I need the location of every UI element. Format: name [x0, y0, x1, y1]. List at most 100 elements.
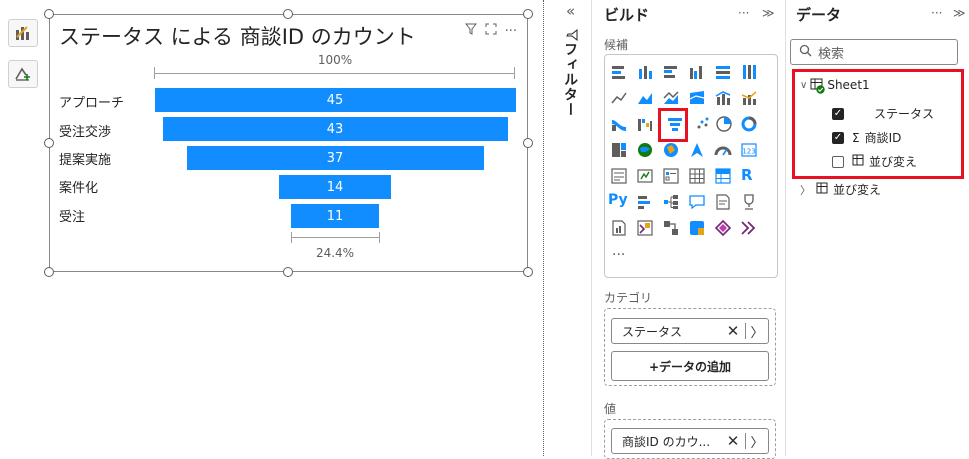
resize-handle[interactable] [283, 267, 293, 277]
map-icon[interactable] [636, 141, 654, 159]
category-label: カテゴリ [604, 291, 653, 305]
clustered-bar-icon[interactable] [662, 63, 680, 81]
data-more-button[interactable]: ··· [931, 6, 942, 20]
search-input[interactable]: 検索 [790, 39, 958, 65]
clustered-column-icon[interactable] [688, 63, 706, 81]
paginated-report-icon[interactable] [610, 219, 628, 237]
more-options-icon[interactable]: ··· [505, 24, 517, 39]
decomposition-tree-icon[interactable] [662, 193, 680, 211]
filter-pane-collapsed[interactable]: « フィルター [552, 0, 590, 456]
ribbon-chart-icon[interactable] [610, 115, 628, 133]
100-stacked-area-icon[interactable] [688, 89, 706, 107]
value-well[interactable]: 商談ID のカウ... ✕ 〉 [604, 419, 776, 459]
kpi-icon[interactable] [636, 167, 654, 185]
funnel-bar-value: 14 [326, 179, 344, 195]
donut-chart-icon[interactable] [740, 115, 758, 133]
category-field-pill[interactable]: ステータス ✕ 〉 [611, 318, 769, 344]
candidates-label: 候補 [604, 38, 629, 52]
build-pane: ビルド ··· ≫ 候補 123 R Py ... カテゴリ ステータス ✕ 〉… [591, 0, 786, 459]
diamond-visual-icon[interactable] [714, 219, 732, 237]
format-visual-icon[interactable] [8, 19, 38, 47]
line-column-icon[interactable] [714, 89, 732, 107]
stage-label: 受注 [59, 210, 86, 225]
treemap-icon[interactable] [610, 141, 628, 159]
stage-label: 案件化 [59, 181, 99, 196]
chevron-flow-icon[interactable] [740, 219, 758, 237]
python-visual-icon[interactable]: Py [608, 192, 628, 210]
multi-row-card-icon[interactable] [610, 167, 628, 185]
value-field-name: 商談ID のカウ... [622, 434, 711, 449]
line-clustered-column-icon[interactable] [740, 89, 758, 107]
waterfall-icon[interactable] [636, 115, 654, 133]
table-icon[interactable] [688, 167, 706, 185]
r-visual-icon[interactable]: R [741, 166, 759, 184]
resize-handle[interactable] [44, 138, 54, 148]
remove-field-icon[interactable]: ✕ [725, 432, 741, 450]
power-apps-icon[interactable] [636, 219, 654, 237]
bottom-percent-tick-right [379, 232, 380, 243]
table-sort-order[interactable]: 〉 並び変え [800, 181, 881, 198]
data-expand-button[interactable]: ≫ [953, 6, 966, 20]
filter-icon[interactable] [464, 23, 477, 39]
area-chart-icon[interactable] [636, 89, 654, 107]
chevron-right-icon[interactable]: 〉 [750, 432, 764, 451]
data-pane-title: データ [796, 6, 842, 24]
slicer-icon[interactable] [662, 167, 680, 185]
category-well[interactable]: ステータス ✕ 〉 +データの追加 [604, 308, 776, 386]
build-expand-button[interactable]: ≫ [762, 6, 775, 20]
build-more-button[interactable]: ··· [738, 6, 749, 20]
resize-handle[interactable] [523, 267, 533, 277]
qa-icon[interactable] [688, 193, 706, 211]
funnel-bar-value: 37 [326, 150, 344, 166]
power-automate-icon[interactable] [662, 219, 680, 237]
pill-separator [745, 433, 746, 449]
funnel-bar[interactable]: 37 [186, 146, 484, 170]
line-chart-icon[interactable] [610, 89, 628, 107]
chevron-right-icon[interactable]: 〉 [800, 182, 811, 198]
bottom-percent-tick-left [291, 232, 292, 243]
100-stacked-column-icon[interactable] [740, 63, 758, 81]
funnel-bar[interactable]: 11 [291, 204, 379, 228]
pie-chart-icon[interactable] [715, 115, 733, 133]
filled-map-icon[interactable] [662, 141, 680, 159]
bottom-percent-line [291, 237, 380, 238]
funnel-bar[interactable]: 43 [162, 117, 508, 141]
resize-handle[interactable] [44, 9, 54, 19]
more-visuals-button[interactable]: ... [612, 243, 630, 261]
funnel-visual[interactable]: ステータス による 商談ID のカウント ··· 100% アプローチ 受注交渉… [49, 14, 528, 272]
search-icon [799, 44, 812, 61]
category-field-name: ステータス [622, 324, 683, 339]
resize-handle[interactable] [523, 138, 533, 148]
metrics-icon[interactable] [688, 219, 706, 237]
card-icon[interactable]: 123 [740, 141, 758, 159]
gauge-icon[interactable] [714, 141, 732, 159]
focus-mode-icon[interactable] [485, 23, 497, 39]
add-data-button[interactable]: +データの追加 [611, 351, 769, 381]
stacked-column-icon[interactable] [636, 63, 654, 81]
remove-field-icon[interactable]: ✕ [725, 322, 741, 340]
stage-label: アプローチ [59, 96, 125, 111]
resize-handle[interactable] [44, 267, 54, 277]
stacked-area-icon[interactable] [662, 89, 680, 107]
double-chevron-left-icon[interactable]: « [566, 2, 575, 20]
value-field-pill[interactable]: 商談ID のカウ... ✕ 〉 [611, 428, 769, 454]
scatter-icon[interactable] [693, 115, 711, 133]
goals-icon[interactable] [740, 193, 758, 211]
key-influencers-icon[interactable] [636, 193, 654, 211]
chevron-right-icon[interactable]: 〉 [750, 322, 764, 341]
matrix-icon[interactable] [714, 167, 732, 185]
funnel-bar[interactable]: 14 [279, 175, 391, 199]
resize-handle[interactable] [523, 9, 533, 19]
table-icon [816, 182, 829, 198]
stacked-bar-icon[interactable] [610, 63, 628, 81]
analytics-icon[interactable] [8, 60, 38, 88]
funnel-icon-highlight [658, 108, 688, 142]
top-percent-tick-left [154, 67, 155, 79]
table-name: 並び変え [833, 183, 882, 197]
resize-handle[interactable] [283, 9, 293, 19]
azure-map-icon[interactable] [688, 141, 706, 159]
smart-narrative-icon[interactable] [714, 193, 732, 211]
bottom-percent-label: 24.4% [315, 246, 355, 260]
100-stacked-bar-icon[interactable] [714, 63, 732, 81]
funnel-bar[interactable]: 45 [154, 88, 516, 112]
